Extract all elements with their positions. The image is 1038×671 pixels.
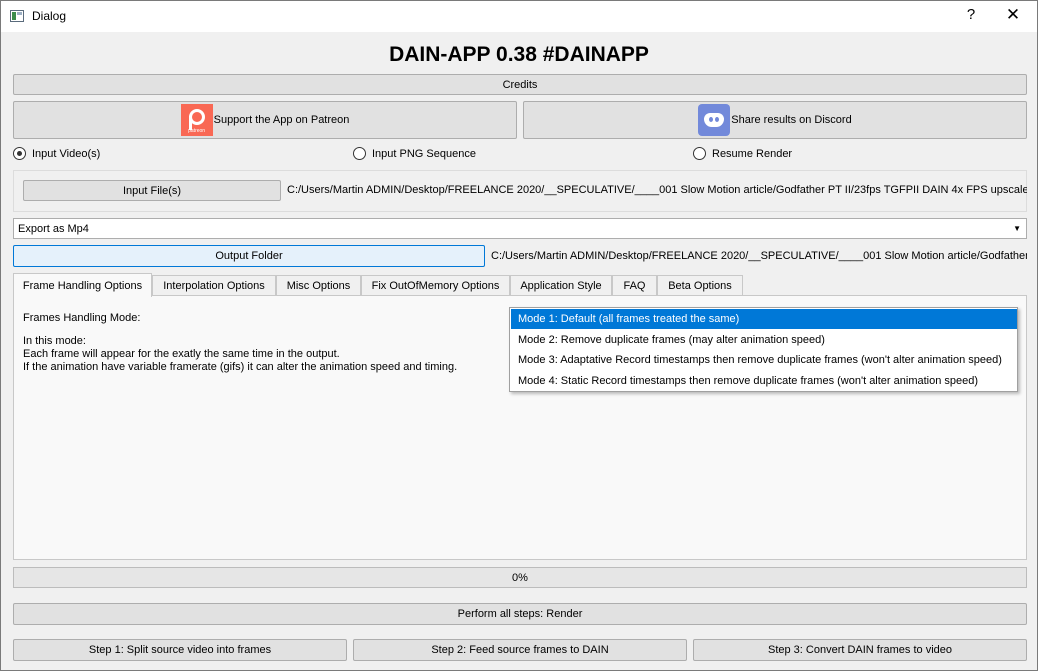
tab-fix-out-of-memory[interactable]: Fix OutOfMemory Options (361, 275, 510, 296)
help-button[interactable]: ? (963, 6, 979, 23)
output-folder-button[interactable]: Output Folder (13, 245, 485, 267)
input-files-button[interactable]: Input File(s) (23, 180, 281, 201)
app-heading: DAIN-APP 0.38 #DAINAPP (389, 43, 649, 66)
step2-button[interactable]: Step 2: Feed source frames to DAIN (353, 639, 687, 661)
output-path: C:/Users/Martin ADMIN/Desktop/FREELANCE … (491, 250, 1027, 262)
chevron-down-icon: ▼ (1013, 224, 1021, 233)
dialog-window: Dialog ? ✕ DAIN-APP 0.38 #DAINAPP Credit… (0, 0, 1038, 671)
radio-label: Input PNG Sequence (372, 147, 476, 160)
dropdown-option-mode-1[interactable]: Mode 1: Default (all frames treated the … (511, 309, 1017, 329)
input-files-label: Input File(s) (122, 184, 182, 197)
mode-description-line: Each frame will appear for the exatly th… (23, 348, 340, 360)
tab-application-style[interactable]: Application Style (510, 275, 612, 296)
patreon-icon: patreon (180, 104, 213, 136)
credits-label: Credits (502, 78, 538, 91)
dropdown-option-mode-3[interactable]: Mode 3: Adaptative Record timestamps the… (511, 350, 1017, 370)
radio-indicator[interactable] (693, 147, 706, 160)
frames-handling-mode-dropdown[interactable]: Mode 1: Default (all frames treated the … (509, 307, 1018, 392)
export-format-select[interactable]: Export as Mp4 ▼ (13, 218, 1027, 239)
dropdown-option-mode-4[interactable]: Mode 4: Static Record timestamps then re… (511, 371, 1017, 391)
progress-label: 0% (512, 571, 528, 584)
tab-misc[interactable]: Misc Options (276, 275, 361, 296)
export-format-value: Export as Mp4 (18, 222, 89, 235)
radio-resume-render[interactable]: Resume Render (693, 147, 792, 160)
frames-handling-label: Frames Handling Mode: (23, 312, 141, 324)
patreon-logo-text: patreon (188, 128, 206, 134)
render-all-label: Perform all steps: Render (457, 608, 583, 620)
radio-indicator[interactable] (13, 147, 26, 160)
window-title: Dialog (32, 9, 67, 23)
radio-input-png-sequence[interactable]: Input PNG Sequence (353, 147, 476, 160)
step1-label: Step 1: Split source video into frames (88, 644, 272, 656)
render-all-button[interactable]: Perform all steps: Render (13, 603, 1027, 625)
discord-button[interactable]: Share results on Discord (523, 101, 1027, 139)
title-bar: Dialog ? ✕ (1, 1, 1037, 32)
dropdown-option-mode-2[interactable]: Mode 2: Remove duplicate frames (may alt… (511, 330, 1017, 350)
step1-button[interactable]: Step 1: Split source video into frames (13, 639, 347, 661)
discord-label: Share results on Discord (731, 114, 852, 126)
credits-button[interactable]: Credits (13, 74, 1027, 95)
tab-beta[interactable]: Beta Options (657, 275, 743, 296)
patreon-label: Support the App on Patreon (213, 114, 350, 126)
step3-button[interactable]: Step 3: Convert DAIN frames to video (693, 639, 1027, 661)
mode-description-title: In this mode: (23, 335, 86, 347)
radio-indicator[interactable] (353, 147, 366, 160)
tab-faq[interactable]: FAQ (612, 275, 657, 296)
output-folder-label: Output Folder (215, 250, 283, 262)
radio-input-videos[interactable]: Input Video(s) (13, 147, 100, 160)
discord-icon (698, 104, 731, 136)
mode-description-line: If the animation have variable framerate… (23, 361, 458, 373)
tab-frame-handling[interactable]: Frame Handling Options (13, 273, 152, 297)
patreon-button[interactable]: patreon Support the App on Patreon (13, 101, 517, 139)
radio-label: Resume Render (712, 147, 793, 160)
app-window-icon (10, 10, 24, 22)
render-progress-bar: 0% (13, 567, 1027, 588)
step2-label: Step 2: Feed source frames to DAIN (431, 644, 609, 656)
step3-label: Step 3: Convert DAIN frames to video (767, 644, 953, 656)
radio-label: Input Video(s) (32, 147, 101, 160)
close-button[interactable]: ✕ (1001, 5, 1025, 25)
input-path: C:/Users/Martin ADMIN/Desktop/FREELANCE … (287, 184, 1027, 196)
tab-interpolation[interactable]: Interpolation Options (152, 275, 276, 296)
